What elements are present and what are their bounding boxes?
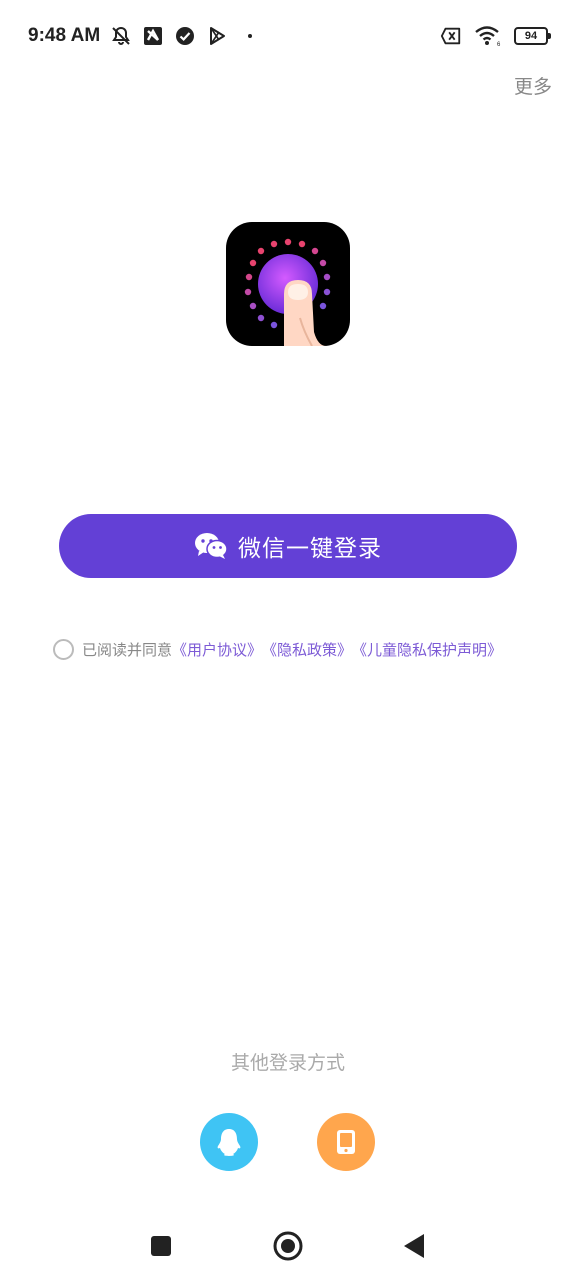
sim-error-icon (440, 25, 462, 47)
wifi-icon: 6 (474, 25, 502, 47)
more-button[interactable]: 更多 (514, 72, 552, 99)
play-store-icon (206, 25, 228, 47)
privacy-policy-link[interactable]: 《隐私政策》 (262, 639, 352, 660)
child-privacy-link[interactable]: 《儿童隐私保护声明》 (352, 639, 502, 660)
agreement-row: 已阅读并同意 《用户协议》 《隐私政策》 《儿童隐私保护声明》 (53, 637, 553, 661)
recent-apps-button[interactable] (145, 1230, 177, 1262)
status-left: 9:48 AM (28, 25, 253, 47)
status-right: 6 94 (440, 25, 551, 47)
back-button[interactable] (398, 1230, 430, 1262)
battery-indicator: 94 (514, 27, 551, 45)
wechat-login-label: 微信一键登录 (238, 535, 382, 561)
home-button[interactable] (272, 1230, 304, 1262)
phone-login-button[interactable] (317, 1113, 375, 1171)
app-logo (226, 222, 350, 346)
home-circle-icon (273, 1231, 303, 1261)
square-icon (149, 1234, 173, 1258)
wechat-icon (194, 532, 228, 560)
check-circle-icon (174, 25, 196, 47)
bell-muted-icon (110, 25, 132, 47)
back-triangle-icon (402, 1233, 426, 1259)
agreement-prefix: 已阅读并同意 (82, 640, 173, 659)
status-dot (248, 34, 253, 38)
qq-login-button[interactable] (200, 1113, 258, 1171)
status-bar: 9:48 AM 6 94 (0, 0, 576, 72)
other-login-title: 其他登录方式 (230, 1052, 345, 1074)
wechat-login-button[interactable]: 微信一键登录 (59, 514, 517, 578)
user-agreement-link[interactable]: 《用户协议》 (172, 639, 262, 660)
app-notification-icon (142, 25, 164, 47)
svg-text:6: 6 (497, 42, 501, 47)
qq-icon (215, 1127, 243, 1157)
phone-icon (334, 1128, 358, 1156)
status-time: 9:48 AM (28, 25, 101, 46)
agree-checkbox[interactable] (53, 638, 74, 660)
navigation-bar (0, 1212, 576, 1280)
login-screen: 9:48 AM 6 94 更多 微信一键登录 已阅读并同意 《用户协议》 《隐私… (0, 0, 576, 1280)
